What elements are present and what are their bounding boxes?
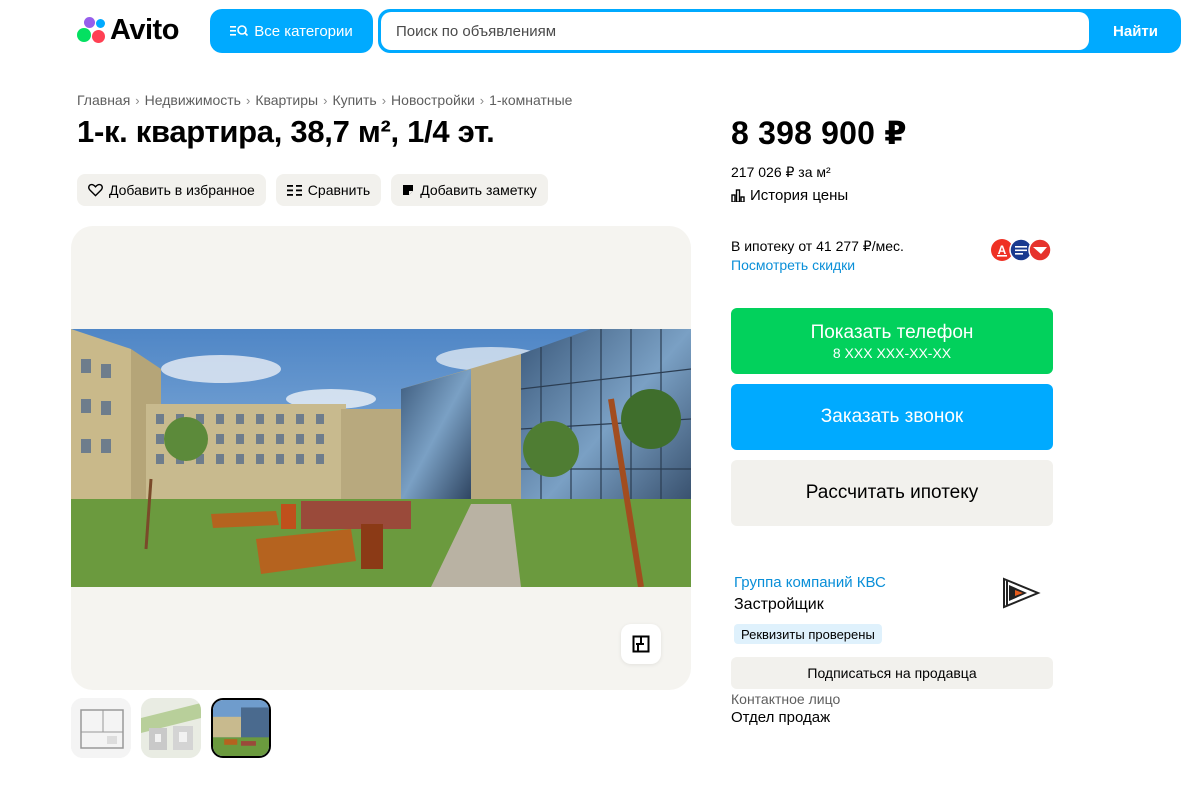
breadcrumb-item-new-buildings[interactable]: Новостройки (391, 92, 475, 108)
listing-actions: Добавить в избранное Сравнить Добавить з… (77, 174, 548, 206)
search-bar: Найти (378, 9, 1181, 53)
breadcrumb-item-one-room[interactable]: 1-комнатные (489, 92, 572, 108)
bar-chart-icon (731, 189, 745, 202)
breadcrumb-item-buy[interactable]: Купить (332, 92, 376, 108)
kvs-logo-icon[interactable] (1001, 575, 1041, 611)
add-note-button[interactable]: Добавить заметку (391, 174, 548, 206)
chevron-right-icon: › (381, 92, 387, 108)
page-title: 1-к. квартира, 38,7 м², 1/4 эт. (77, 114, 495, 149)
svg-text:А: А (998, 243, 1007, 257)
search-input[interactable] (381, 12, 1089, 50)
phone-masked: 8 XXX XXX-XX-XX (832, 344, 952, 361)
all-categories-button[interactable]: Все категории (210, 9, 373, 53)
compare-icon (286, 184, 302, 196)
thumbnail-site-plan[interactable] (141, 698, 201, 758)
breadcrumb-item-apartments[interactable]: Квартиры (255, 92, 318, 108)
compare-label: Сравнить (307, 182, 371, 198)
breadcrumb: Главная › Недвижимость › Квартиры › Купи… (77, 92, 572, 108)
calculate-mortgage-button[interactable]: Рассчитать ипотеку (731, 460, 1053, 526)
thumbnail-courtyard-photo[interactable] (211, 698, 271, 758)
photo-gallery[interactable] (71, 226, 691, 690)
categories-search-icon (230, 25, 249, 37)
contact-person-value: Отдел продаж (731, 709, 831, 726)
thumbnail-floor-plan[interactable] (71, 698, 131, 758)
thumbnail-strip (71, 698, 271, 758)
avito-logo[interactable]: Avito (77, 14, 179, 46)
show-phone-button[interactable]: Показать телефон 8 XXX XXX-XX-XX (731, 308, 1053, 374)
price-history-label: История цены (750, 187, 849, 204)
contact-person-label: Контактное лицо (731, 691, 841, 707)
price-history-link[interactable]: История цены (731, 187, 848, 204)
price: 8 398 900 ₽ (731, 115, 907, 151)
logo-text: Avito (110, 13, 179, 46)
order-call-button[interactable]: Заказать звонок (731, 384, 1053, 450)
show-phone-label: Показать телефон (810, 321, 974, 343)
chevron-right-icon: › (479, 92, 485, 108)
floor-plan-icon (632, 635, 650, 653)
breadcrumb-item-home[interactable]: Главная (77, 92, 130, 108)
verified-badge: Реквизиты проверены (734, 624, 882, 644)
all-categories-label: Все категории (254, 22, 353, 40)
price-per-m2: 217 026 ₽ за м² (731, 164, 831, 180)
breadcrumb-item-realty[interactable]: Недвижимость (145, 92, 241, 108)
bank-logos-icon: А (991, 238, 1052, 262)
seller-role: Застройщик (734, 596, 824, 613)
courtyard-photo (71, 329, 691, 587)
add-to-favorites-button[interactable]: Добавить в избранное (77, 174, 266, 206)
search-button[interactable]: Найти (1090, 9, 1181, 53)
chevron-right-icon: › (135, 92, 140, 108)
heart-icon (88, 183, 103, 197)
seller-name-link[interactable]: Группа компаний КВС (734, 574, 886, 591)
floor-plan-button[interactable] (621, 624, 661, 664)
discounts-link[interactable]: Посмотреть скидки (731, 257, 855, 273)
chevron-right-icon: › (323, 92, 328, 108)
subscribe-seller-button[interactable]: Подписаться на продавца (731, 657, 1053, 689)
note-label: Добавить заметку (420, 182, 537, 198)
favorite-label: Добавить в избранное (109, 182, 255, 198)
chevron-right-icon: › (245, 92, 251, 108)
mortgage-text: В ипотеку от 41 277 ₽/мес. (731, 238, 904, 254)
logo-dots-icon (77, 15, 107, 45)
note-icon (403, 185, 414, 195)
compare-button[interactable]: Сравнить (275, 174, 382, 206)
